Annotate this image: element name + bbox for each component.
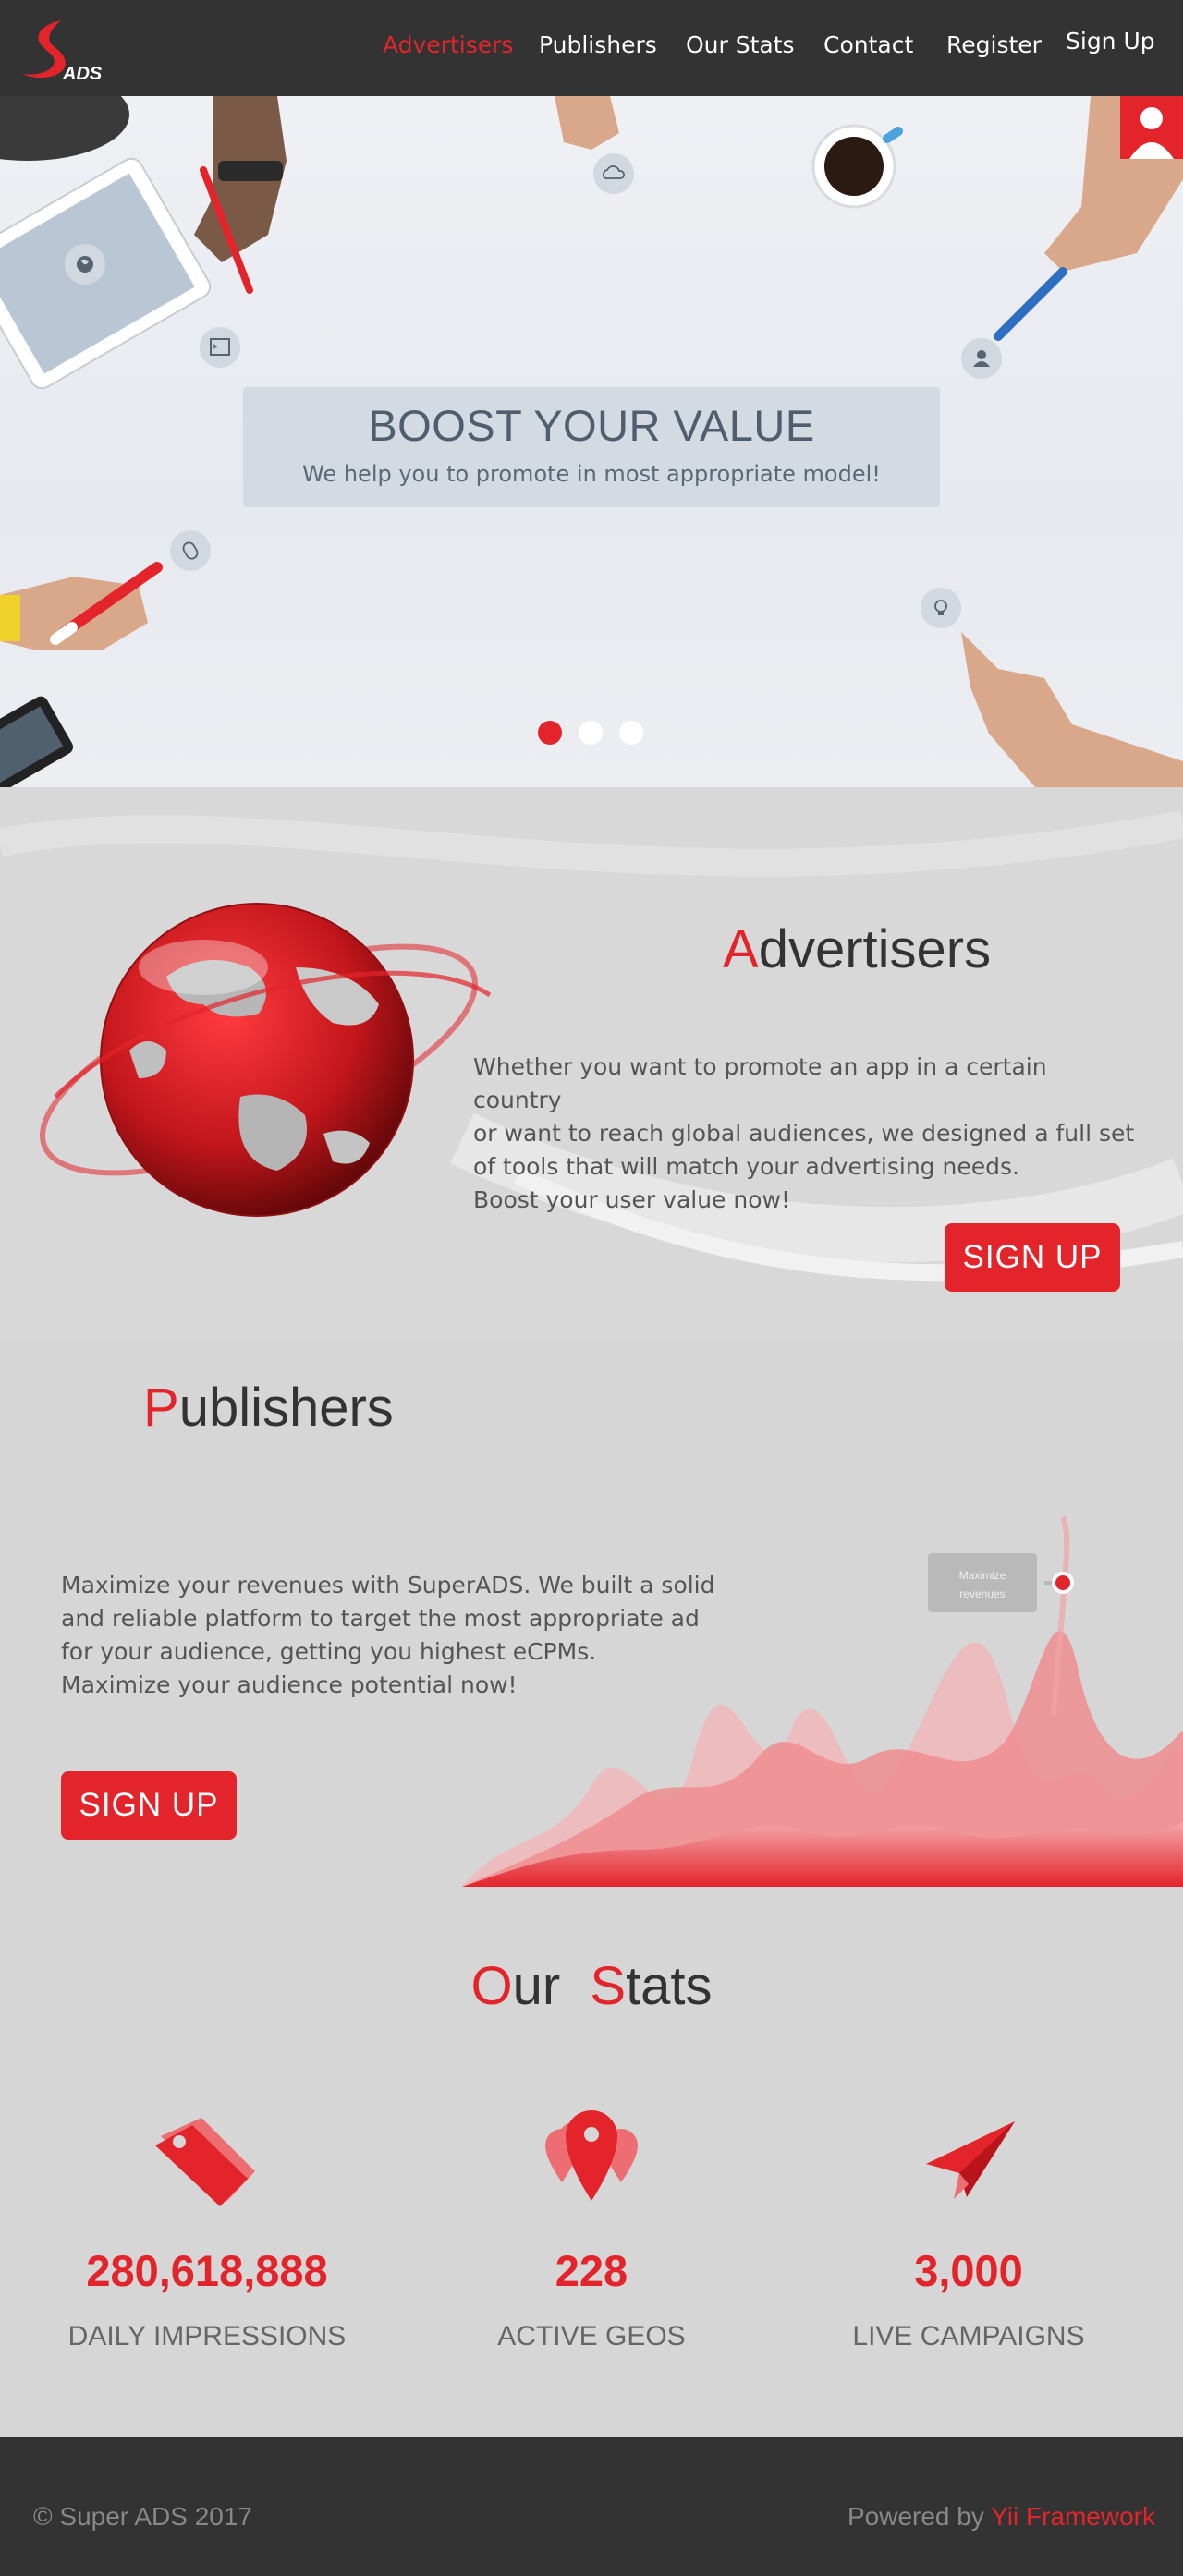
map-pin-icon bbox=[545, 2110, 638, 2201]
stats-title-rest-b: tats bbox=[626, 1956, 713, 2016]
advertisers-line: Whether you want to promote an app in a … bbox=[473, 1053, 1047, 1113]
stats-title-initial-s: S bbox=[590, 1956, 627, 2016]
hero-slider: BOOST YOUR VALUE We help you to promote … bbox=[0, 96, 1183, 787]
paper-plane-icon bbox=[926, 2121, 1015, 2199]
stat-value: 3,000 bbox=[914, 2246, 1023, 2295]
stat-label: ACTIVE GEOS bbox=[497, 2321, 686, 2351]
hero-subtitle: We help you to promote in most appropria… bbox=[302, 461, 881, 487]
powered-prefix: Powered by bbox=[847, 2502, 992, 2531]
stats-title: Our Stats bbox=[0, 1955, 1183, 2017]
tooltip-pointer-dot bbox=[1044, 1572, 1074, 1594]
lightbulb-icon bbox=[921, 588, 961, 628]
advertisers-line: or want to reach global audiences, we de… bbox=[473, 1120, 1135, 1147]
advertisers-title-rest: dvertisers bbox=[758, 919, 992, 979]
slider-dot-3[interactable] bbox=[619, 721, 643, 745]
slider-dot-1[interactable] bbox=[538, 721, 562, 745]
page-footer: © Super ADS 2017 Powered by Yii Framewor… bbox=[0, 2437, 1183, 2576]
yii-framework-link[interactable]: Yii Framework bbox=[991, 2502, 1155, 2531]
user-icon bbox=[961, 338, 1002, 379]
nav-contact[interactable]: Contact bbox=[823, 31, 913, 58]
terminal-icon bbox=[200, 327, 240, 368]
stat-value: 228 bbox=[555, 2246, 628, 2295]
cloud-icon bbox=[593, 153, 634, 194]
nav-publishers[interactable]: Publishers bbox=[539, 31, 657, 58]
publishers-title-rest: ublishers bbox=[178, 1378, 394, 1438]
mouse-icon bbox=[170, 530, 211, 571]
nav-advertisers[interactable]: Advertisers bbox=[383, 31, 513, 58]
account-icon[interactable] bbox=[1120, 96, 1183, 159]
brand-logo[interactable]: ADS bbox=[17, 15, 118, 89]
hero-caption: BOOST YOUR VALUE We help you to promote … bbox=[243, 387, 940, 507]
hero-title: BOOST YOUR VALUE bbox=[368, 401, 815, 450]
stat-value: 280,618,888 bbox=[86, 2246, 328, 2295]
stats-section: Our Stats 280,618,888 DAILY IMPRESSIONS … bbox=[0, 1887, 1183, 2437]
stat-label: LIVE CAMPAIGNS bbox=[852, 2321, 1085, 2351]
slider-dots bbox=[538, 721, 649, 747]
advertisers-title-initial: A bbox=[723, 919, 759, 979]
red-globe-icon bbox=[40, 903, 492, 1217]
advertisers-line: of tools that will match your advertisin… bbox=[473, 1153, 1019, 1180]
publishers-section: Publishers Maximize your revenues with S… bbox=[0, 1342, 1183, 1887]
advertisers-line: Boost your user value now! bbox=[473, 1186, 790, 1213]
top-navbar: ADS Advertisers Publishers Our Stats Con… bbox=[0, 0, 1183, 96]
publishers-title: Publishers bbox=[143, 1377, 394, 1439]
nav-sign-up[interactable]: Sign Up bbox=[1066, 28, 1155, 55]
advertisers-description: Whether you want to promote an app in a … bbox=[473, 1051, 1139, 1217]
copyright-text: © Super ADS 2017 bbox=[33, 2502, 253, 2531]
tooltip-line: Maximize bbox=[958, 1569, 1006, 1582]
stats-title-rest-a: ur bbox=[512, 1956, 561, 2016]
stat-label: DAILY IMPRESSIONS bbox=[67, 2321, 347, 2351]
publishers-title-initial: P bbox=[143, 1378, 179, 1438]
stats-title-initial-o: O bbox=[470, 1956, 513, 2016]
publishers-signup-button[interactable]: SIGN UP bbox=[61, 1771, 237, 1840]
tooltip-line: revenues bbox=[959, 1587, 1006, 1600]
advertisers-signup-button[interactable]: SIGN UP bbox=[945, 1223, 1120, 1292]
revenue-wave-graphic bbox=[462, 1515, 1183, 1887]
tag-icon bbox=[155, 2118, 255, 2206]
advertisers-section: Advertisers Whether you want to promote … bbox=[0, 787, 1183, 1342]
nav-register[interactable]: Register bbox=[946, 31, 1042, 58]
powered-by: Powered by Yii Framework bbox=[848, 2502, 1155, 2532]
globe-icon bbox=[65, 244, 105, 285]
advertisers-title: Advertisers bbox=[723, 918, 991, 980]
maximize-revenues-tooltip: Maximize revenues bbox=[928, 1553, 1037, 1612]
nav-our-stats[interactable]: Our Stats bbox=[686, 31, 795, 58]
brand-logo-text: ADS bbox=[62, 64, 103, 84]
slider-dot-2[interactable] bbox=[579, 721, 603, 745]
